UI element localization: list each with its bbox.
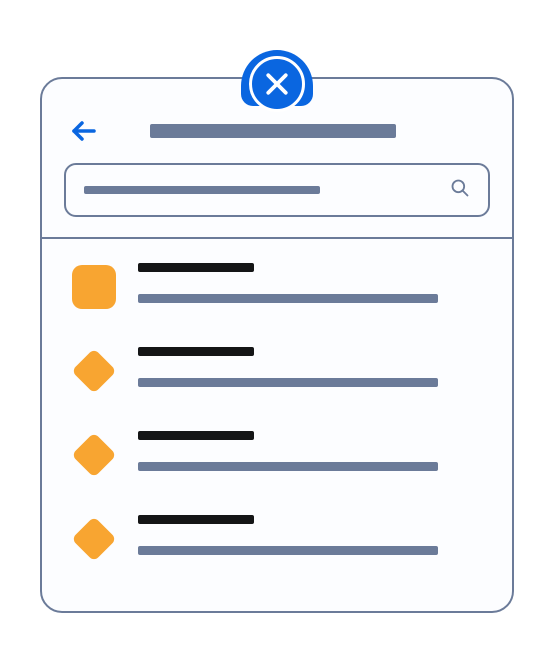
close-icon bbox=[249, 56, 305, 112]
search-icon bbox=[450, 178, 470, 203]
diamond-icon bbox=[72, 433, 116, 477]
list-item-subtitle bbox=[138, 546, 438, 555]
list-item-subtitle bbox=[138, 378, 438, 387]
square-icon bbox=[72, 265, 116, 309]
close-button[interactable] bbox=[241, 50, 313, 106]
search-input[interactable] bbox=[64, 163, 490, 217]
results-list bbox=[42, 239, 512, 561]
list-item-text bbox=[138, 515, 472, 555]
list-item-title bbox=[138, 431, 254, 440]
list-item[interactable] bbox=[72, 431, 472, 477]
list-item-title bbox=[138, 515, 254, 524]
back-button[interactable] bbox=[70, 117, 98, 145]
list-item-title bbox=[138, 347, 254, 356]
list-item-text bbox=[138, 431, 472, 471]
list-item-text bbox=[138, 263, 472, 303]
list-item-subtitle bbox=[138, 294, 438, 303]
list-item-title bbox=[138, 263, 254, 272]
page-title bbox=[150, 124, 396, 138]
list-item[interactable] bbox=[72, 347, 472, 393]
list-item-text bbox=[138, 347, 472, 387]
search-placeholder bbox=[84, 186, 320, 194]
modal-card bbox=[40, 77, 514, 613]
list-item[interactable] bbox=[72, 263, 472, 309]
list-item[interactable] bbox=[72, 515, 472, 561]
list-item-subtitle bbox=[138, 462, 438, 471]
diamond-icon bbox=[72, 517, 116, 561]
diamond-icon bbox=[72, 349, 116, 393]
